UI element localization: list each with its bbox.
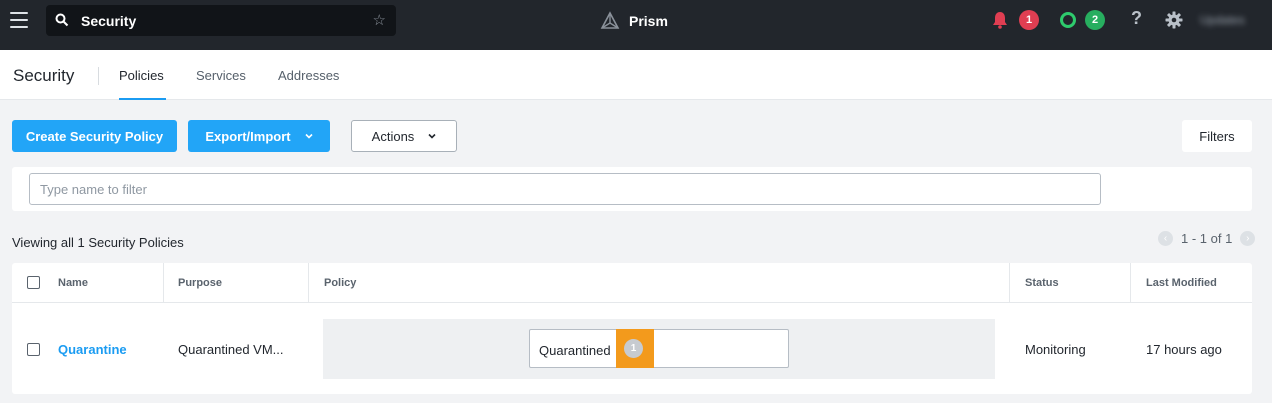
column-divider — [1009, 263, 1010, 303]
column-header-status[interactable]: Status — [1025, 263, 1059, 303]
alerts-count-badge[interactable]: 1 — [1019, 10, 1039, 30]
active-tab-indicator — [119, 98, 166, 100]
policy-group-box[interactable]: Quarantined 1 — [529, 329, 789, 368]
pagination: ‹ 1 - 1 of 1 › — [1158, 230, 1256, 246]
column-header-policy[interactable]: Policy — [324, 263, 356, 303]
tasks-icon[interactable] — [1060, 12, 1076, 28]
export-import-label: Export/Import — [205, 128, 291, 144]
security-policies-table: Name Purpose Policy Status Last Modified… — [12, 263, 1252, 394]
policy-last-modified: 17 hours ago — [1146, 342, 1222, 357]
gear-icon[interactable] — [1165, 11, 1183, 29]
chevron-down-icon — [428, 133, 436, 139]
filters-button[interactable]: Filters — [1182, 120, 1252, 152]
policy-name-link[interactable]: Quarantine — [58, 342, 127, 357]
next-page-icon[interactable]: › — [1240, 230, 1256, 246]
column-divider — [308, 263, 309, 303]
filter-panel — [12, 167, 1252, 211]
row-checkbox[interactable] — [27, 343, 40, 356]
global-search-bar[interactable]: Security ☆ — [46, 5, 396, 36]
bell-icon[interactable] — [992, 11, 1008, 29]
column-header-name[interactable]: Name — [58, 263, 88, 303]
brand-name: Prism — [629, 13, 668, 29]
policy-visualization: Quarantined 1 — [323, 319, 995, 379]
table-header: Name Purpose Policy Status Last Modified — [12, 263, 1252, 303]
tab-policies[interactable]: Policies — [119, 68, 164, 83]
filters-label: Filters — [1199, 128, 1235, 144]
policy-group-label: Quarantined — [539, 343, 611, 358]
header-divider — [98, 67, 99, 85]
search-query-text[interactable]: Security — [81, 13, 136, 29]
prism-logo-icon — [600, 11, 620, 29]
select-all-checkbox[interactable] — [27, 276, 40, 289]
create-security-policy-label: Create Security Policy — [25, 128, 164, 144]
column-header-purpose[interactable]: Purpose — [178, 263, 222, 303]
help-icon[interactable]: ? — [1131, 8, 1142, 29]
page-title: Security — [13, 66, 75, 85]
viewing-summary: Viewing all 1 Security Policies — [12, 235, 184, 250]
top-navigation-bar: Security ☆ Prism 1 2 ? Updates — [0, 0, 1272, 50]
hamburger-menu-icon[interactable] — [10, 12, 28, 28]
policy-count-highlight[interactable]: 1 — [616, 329, 654, 368]
pagination-text: 1 - 1 of 1 — [1181, 230, 1233, 246]
chevron-down-icon — [305, 133, 313, 139]
actions-label: Actions — [371, 128, 415, 144]
brand: Prism — [600, 10, 668, 32]
star-icon[interactable]: ☆ — [373, 11, 386, 29]
page-header: Security Policies Services Addresses — [0, 50, 1272, 100]
actions-dropdown[interactable]: Actions — [351, 120, 457, 152]
policy-count-badge: 1 — [624, 339, 643, 358]
previous-page-icon[interactable]: ‹ — [1158, 230, 1173, 246]
tasks-count-badge[interactable]: 2 — [1085, 10, 1105, 30]
column-divider — [163, 263, 164, 303]
export-import-button[interactable]: Export/Import — [188, 120, 330, 152]
search-icon — [55, 13, 69, 27]
create-security-policy-button[interactable]: Create Security Policy — [12, 120, 177, 152]
tab-addresses[interactable]: Addresses — [278, 68, 339, 83]
name-filter-input[interactable] — [29, 173, 1101, 205]
policy-purpose: Quarantined VM... — [178, 342, 284, 357]
column-header-last-modified[interactable]: Last Modified — [1146, 263, 1217, 303]
policy-status: Monitoring — [1025, 342, 1086, 357]
column-divider — [1130, 263, 1131, 303]
user-menu[interactable]: Updates — [1200, 13, 1245, 27]
tab-services[interactable]: Services — [196, 68, 246, 83]
